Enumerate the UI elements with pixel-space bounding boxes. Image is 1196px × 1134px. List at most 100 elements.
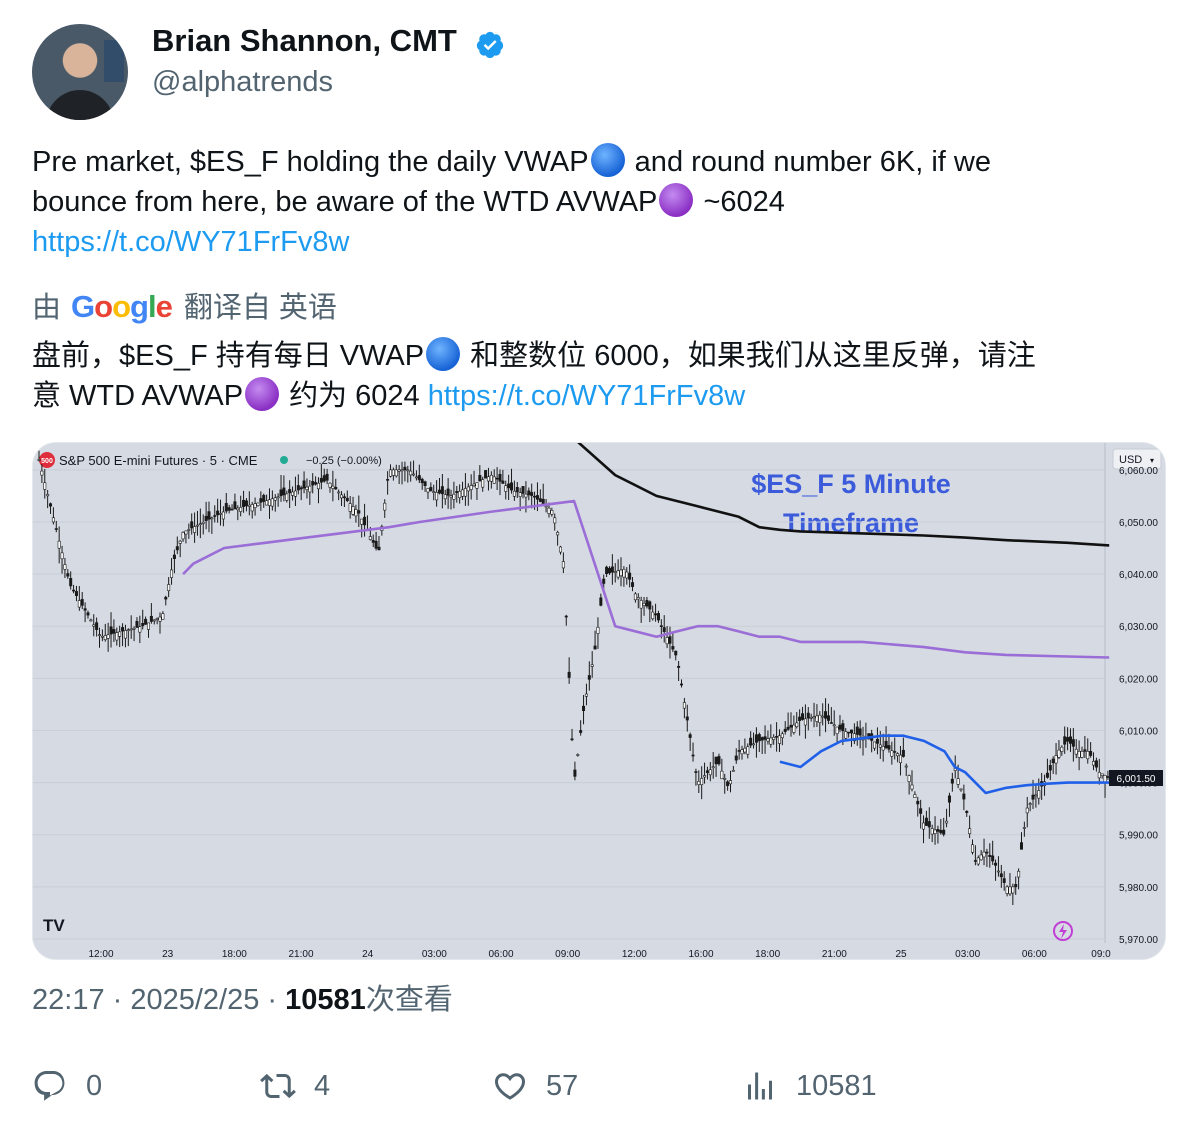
- candle-body: [665, 637, 669, 645]
- candle-body: [711, 766, 715, 769]
- candle-body: [605, 566, 609, 574]
- candle-body: [896, 753, 900, 757]
- avatar-shirt: [46, 90, 114, 120]
- candle-body: [262, 494, 266, 502]
- repost-button[interactable]: 4: [260, 1068, 330, 1104]
- translated-link[interactable]: https://t.co/WY71FrFv8w: [428, 380, 745, 412]
- candle-body: [1100, 773, 1104, 776]
- candle-body: [939, 830, 943, 834]
- chevron-down-icon: ▾: [1150, 456, 1154, 465]
- candle-body: [175, 546, 179, 551]
- candle-body: [947, 795, 951, 803]
- candle-body: [746, 746, 750, 755]
- y-tick-label: 6,050.00: [1119, 518, 1158, 529]
- view-count: 10581: [285, 984, 366, 1016]
- candle-body: [743, 747, 747, 753]
- candle-body: [878, 744, 882, 748]
- candle-body: [1037, 790, 1041, 799]
- candle-body: [340, 494, 344, 499]
- candle-body: [172, 554, 176, 559]
- candle-body: [51, 517, 55, 523]
- author-name[interactable]: Brian Shannon, CMT: [152, 22, 457, 60]
- candle-body: [270, 498, 274, 507]
- x-tick-label: 24: [362, 949, 374, 959]
- candle-body: [916, 800, 920, 805]
- reply-button[interactable]: 0: [32, 1068, 102, 1104]
- candle-body: [590, 664, 594, 667]
- candle-body: [63, 564, 67, 570]
- candle-body: [971, 844, 975, 853]
- candle-body: [628, 572, 632, 580]
- candle-body: [155, 618, 159, 620]
- y-tick-label: 6,030.00: [1119, 622, 1158, 633]
- candle-body: [247, 504, 251, 507]
- candle-body: [962, 793, 966, 800]
- candle-body: [368, 536, 372, 540]
- views-button[interactable]: 10581: [742, 1068, 877, 1104]
- candle-body: [472, 483, 476, 486]
- candle-body: [74, 591, 78, 596]
- y-tick-label: 6,020.00: [1119, 674, 1158, 685]
- like-button[interactable]: 57: [492, 1068, 578, 1104]
- candle-body: [919, 808, 923, 814]
- candle-body: [818, 714, 822, 723]
- candle-body: [316, 482, 320, 490]
- candle-body: [331, 485, 335, 489]
- candle-body: [530, 492, 534, 496]
- candle-body: [345, 497, 349, 502]
- candle-body: [777, 735, 781, 744]
- candle-body: [308, 485, 312, 493]
- candle-body: [377, 546, 381, 551]
- candle-body: [1008, 886, 1012, 895]
- candle-body: [437, 489, 441, 494]
- candle-body: [1014, 884, 1018, 888]
- google-logo[interactable]: Google: [71, 289, 173, 324]
- candle-body: [1106, 776, 1110, 778]
- candle-body: [593, 645, 597, 650]
- candle-body: [216, 510, 220, 516]
- candle-body: [360, 518, 364, 525]
- post-link[interactable]: https://t.co/WY71FrFv8w: [32, 226, 349, 258]
- candle-body: [576, 754, 580, 756]
- author-handle[interactable]: @alphatrends: [152, 64, 333, 100]
- candle-body: [674, 650, 678, 656]
- y-tick-label: 5,980.00: [1119, 883, 1158, 894]
- candle-body: [144, 618, 148, 625]
- candle-body: [789, 724, 793, 728]
- candle-body: [319, 477, 323, 483]
- candle-body: [285, 493, 289, 501]
- currency-label: USD: [1119, 454, 1142, 466]
- post-date[interactable]: 2025/2/25: [130, 984, 259, 1016]
- candle-body: [469, 485, 473, 490]
- candle-body: [631, 582, 635, 587]
- chart-image[interactable]: 500 S&P 500 E-mini Futures · 5 · CME −0.…: [32, 442, 1166, 960]
- candle-body: [832, 724, 836, 727]
- candle-body: [999, 873, 1003, 878]
- candle-body: [230, 508, 234, 511]
- candle-body: [726, 781, 730, 787]
- candle-body: [414, 476, 418, 479]
- candle-body: [100, 635, 104, 638]
- post-time[interactable]: 22:17: [32, 984, 105, 1016]
- candle-body: [267, 499, 271, 506]
- candle-body: [648, 601, 652, 610]
- tradingview-logo-icon: TV: [43, 916, 65, 935]
- candle-body: [115, 632, 119, 641]
- candle-body: [273, 497, 277, 501]
- candle-body: [538, 498, 542, 502]
- candle-body: [374, 540, 378, 549]
- reply-icon: [34, 1071, 65, 1101]
- y-tick-label: 6,010.00: [1119, 726, 1158, 737]
- candle-body: [619, 569, 623, 577]
- y-tick-label: 5,970.00: [1119, 935, 1158, 946]
- views-count: 10581: [796, 1069, 877, 1102]
- candle-body: [363, 516, 367, 526]
- author-avatar[interactable]: [32, 24, 128, 120]
- candle-body: [60, 552, 64, 560]
- repost-count: 4: [314, 1069, 331, 1102]
- candle-body: [752, 743, 756, 746]
- candle-body: [734, 755, 738, 761]
- candle-body: [890, 750, 894, 757]
- candle-body: [564, 615, 568, 618]
- candle-body: [389, 469, 393, 477]
